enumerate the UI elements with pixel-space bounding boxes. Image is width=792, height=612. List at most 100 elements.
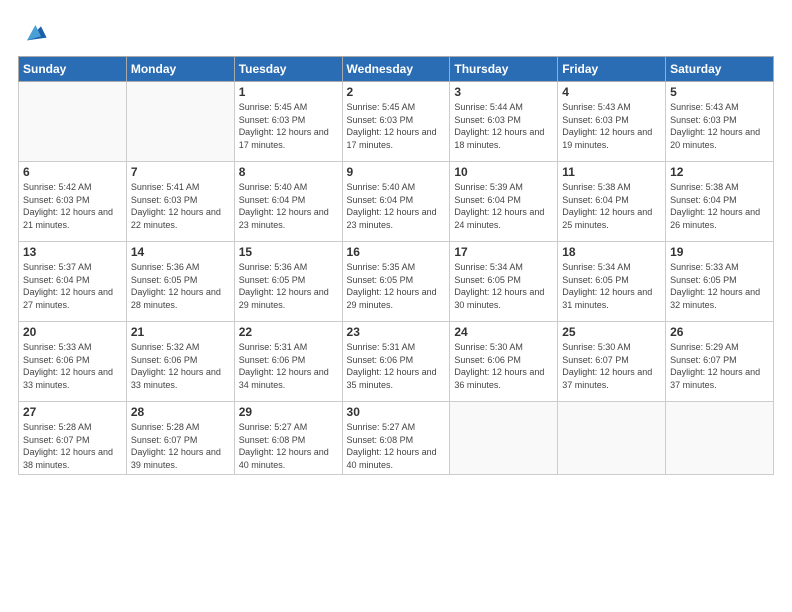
day-number: 13 <box>23 245 122 259</box>
table-cell: 26 Sunrise: 5:29 AM Sunset: 6:07 PM Dayli… <box>666 322 774 402</box>
table-cell <box>450 402 558 475</box>
day-info: Sunrise: 5:28 AM Sunset: 6:07 PM Dayligh… <box>23 421 122 471</box>
calendar-week-row: 13 Sunrise: 5:37 AM Sunset: 6:04 PM Dayli… <box>19 242 774 322</box>
calendar-header-row: Sunday Monday Tuesday Wednesday Thursday… <box>19 57 774 82</box>
table-cell <box>558 402 666 475</box>
table-cell: 22 Sunrise: 5:31 AM Sunset: 6:06 PM Dayli… <box>234 322 342 402</box>
table-cell: 30 Sunrise: 5:27 AM Sunset: 6:08 PM Dayli… <box>342 402 450 475</box>
day-info: Sunrise: 5:34 AM Sunset: 6:05 PM Dayligh… <box>454 261 553 311</box>
day-number: 26 <box>670 325 769 339</box>
table-cell: 3 Sunrise: 5:44 AM Sunset: 6:03 PM Daylig… <box>450 82 558 162</box>
day-number: 28 <box>131 405 230 419</box>
table-cell: 21 Sunrise: 5:32 AM Sunset: 6:06 PM Dayli… <box>126 322 234 402</box>
day-info: Sunrise: 5:32 AM Sunset: 6:06 PM Dayligh… <box>131 341 230 391</box>
table-cell: 20 Sunrise: 5:33 AM Sunset: 6:06 PM Dayli… <box>19 322 127 402</box>
day-number: 23 <box>347 325 446 339</box>
col-friday: Friday <box>558 57 666 82</box>
day-number: 9 <box>347 165 446 179</box>
day-number: 12 <box>670 165 769 179</box>
day-number: 1 <box>239 85 338 99</box>
table-cell: 9Sunrise: 5:40 AM Sunset: 6:04 PM Daylig… <box>342 162 450 242</box>
table-cell: 2 Sunrise: 5:45 AM Sunset: 6:03 PM Daylig… <box>342 82 450 162</box>
day-number: 6 <box>23 165 122 179</box>
table-cell: 8 Sunrise: 5:40 AM Sunset: 6:04 PM Daylig… <box>234 162 342 242</box>
day-info: Sunrise: 5:45 AM Sunset: 6:03 PM Dayligh… <box>347 101 446 151</box>
day-info: Sunrise: 5:43 AM Sunset: 6:03 PM Dayligh… <box>670 101 769 151</box>
table-cell: 29Sunrise: 5:27 AM Sunset: 6:08 PM Dayli… <box>234 402 342 475</box>
day-info: Sunrise: 5:27 AM Sunset: 6:08 PM Dayligh… <box>347 421 446 471</box>
day-info: Sunrise: 5:42 AM Sunset: 6:03 PM Dayligh… <box>23 181 122 231</box>
day-number: 11 <box>562 165 661 179</box>
table-cell: 23Sunrise: 5:31 AM Sunset: 6:06 PM Dayli… <box>342 322 450 402</box>
table-cell: 25 Sunrise: 5:30 AM Sunset: 6:07 PM Dayli… <box>558 322 666 402</box>
table-cell: 1Sunrise: 5:45 AM Sunset: 6:03 PM Daylig… <box>234 82 342 162</box>
col-monday: Monday <box>126 57 234 82</box>
header <box>18 18 774 46</box>
day-info: Sunrise: 5:33 AM Sunset: 6:05 PM Dayligh… <box>670 261 769 311</box>
day-info: Sunrise: 5:39 AM Sunset: 6:04 PM Dayligh… <box>454 181 553 231</box>
table-cell <box>126 82 234 162</box>
table-cell: 12 Sunrise: 5:38 AM Sunset: 6:04 PM Dayli… <box>666 162 774 242</box>
day-info: Sunrise: 5:31 AM Sunset: 6:06 PM Dayligh… <box>239 341 338 391</box>
day-info: Sunrise: 5:35 AM Sunset: 6:05 PM Dayligh… <box>347 261 446 311</box>
table-cell: 27 Sunrise: 5:28 AM Sunset: 6:07 PM Dayli… <box>19 402 127 475</box>
day-info: Sunrise: 5:33 AM Sunset: 6:06 PM Dayligh… <box>23 341 122 391</box>
day-info: Sunrise: 5:36 AM Sunset: 6:05 PM Dayligh… <box>239 261 338 311</box>
table-cell: 6 Sunrise: 5:42 AM Sunset: 6:03 PM Daylig… <box>19 162 127 242</box>
day-info: Sunrise: 5:30 AM Sunset: 6:07 PM Dayligh… <box>562 341 661 391</box>
table-cell <box>666 402 774 475</box>
table-cell: 13 Sunrise: 5:37 AM Sunset: 6:04 PM Dayli… <box>19 242 127 322</box>
table-cell: 11 Sunrise: 5:38 AM Sunset: 6:04 PM Dayli… <box>558 162 666 242</box>
table-cell: 5 Sunrise: 5:43 AM Sunset: 6:03 PM Daylig… <box>666 82 774 162</box>
day-number: 30 <box>347 405 446 419</box>
day-number: 5 <box>670 85 769 99</box>
day-number: 25 <box>562 325 661 339</box>
day-info: Sunrise: 5:36 AM Sunset: 6:05 PM Dayligh… <box>131 261 230 311</box>
table-cell: 16 Sunrise: 5:35 AM Sunset: 6:05 PM Dayli… <box>342 242 450 322</box>
table-cell: 18Sunrise: 5:34 AM Sunset: 6:05 PM Dayli… <box>558 242 666 322</box>
day-number: 10 <box>454 165 553 179</box>
table-cell <box>19 82 127 162</box>
col-wednesday: Wednesday <box>342 57 450 82</box>
table-cell: 14 Sunrise: 5:36 AM Sunset: 6:05 PM Dayli… <box>126 242 234 322</box>
day-number: 27 <box>23 405 122 419</box>
day-info: Sunrise: 5:37 AM Sunset: 6:04 PM Dayligh… <box>23 261 122 311</box>
calendar-week-row: 1 Sunrise: 5:45 AM Sunset: 6:03 PM Daylig… <box>19 82 774 162</box>
day-info: Sunrise: 5:43 AM Sunset: 6:03 PM Dayligh… <box>562 101 661 151</box>
day-number: 17 <box>454 245 553 259</box>
day-info: Sunrise: 5:40 AM Sunset: 6:04 PM Dayligh… <box>239 181 338 231</box>
calendar-week-row: 6 Sunrise: 5:42 AM Sunset: 6:03 PM Daylig… <box>19 162 774 242</box>
day-number: 4 <box>562 85 661 99</box>
day-number: 24 <box>454 325 553 339</box>
day-number: 7 <box>131 165 230 179</box>
day-number: 29 <box>239 405 338 419</box>
calendar-week-row: 27 Sunrise: 5:28 AM Sunset: 6:07 PM Dayli… <box>19 402 774 475</box>
day-info: Sunrise: 5:44 AM Sunset: 6:03 PM Dayligh… <box>454 101 553 151</box>
day-info: Sunrise: 5:38 AM Sunset: 6:04 PM Dayligh… <box>562 181 661 231</box>
col-saturday: Saturday <box>666 57 774 82</box>
table-cell: 17 Sunrise: 5:34 AM Sunset: 6:05 PM Dayli… <box>450 242 558 322</box>
day-number: 15 <box>239 245 338 259</box>
logo <box>18 18 48 46</box>
day-number: 18 <box>562 245 661 259</box>
day-number: 8 <box>239 165 338 179</box>
day-number: 20 <box>23 325 122 339</box>
day-info: Sunrise: 5:41 AM Sunset: 6:03 PM Dayligh… <box>131 181 230 231</box>
day-number: 2 <box>347 85 446 99</box>
day-info: Sunrise: 5:38 AM Sunset: 6:04 PM Dayligh… <box>670 181 769 231</box>
table-cell: 10 Sunrise: 5:39 AM Sunset: 6:04 PM Dayli… <box>450 162 558 242</box>
day-number: 19 <box>670 245 769 259</box>
logo-icon <box>20 18 48 46</box>
day-number: 16 <box>347 245 446 259</box>
col-sunday: Sunday <box>19 57 127 82</box>
calendar-week-row: 20 Sunrise: 5:33 AM Sunset: 6:06 PM Dayli… <box>19 322 774 402</box>
day-info: Sunrise: 5:29 AM Sunset: 6:07 PM Dayligh… <box>670 341 769 391</box>
table-cell: 7 Sunrise: 5:41 AM Sunset: 6:03 PM Daylig… <box>126 162 234 242</box>
day-number: 14 <box>131 245 230 259</box>
day-number: 21 <box>131 325 230 339</box>
col-tuesday: Tuesday <box>234 57 342 82</box>
day-info: Sunrise: 5:28 AM Sunset: 6:07 PM Dayligh… <box>131 421 230 471</box>
day-number: 22 <box>239 325 338 339</box>
day-number: 3 <box>454 85 553 99</box>
table-cell: 15 Sunrise: 5:36 AM Sunset: 6:05 PM Dayli… <box>234 242 342 322</box>
